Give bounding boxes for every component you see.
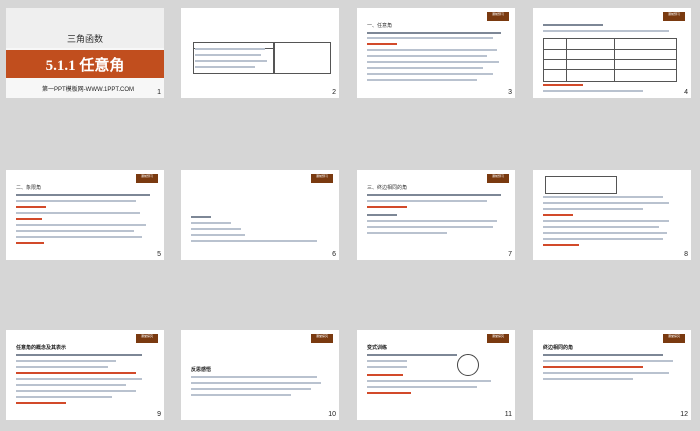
section-badge: 课前预习 xyxy=(487,174,509,183)
section-badge: 课堂探究 xyxy=(663,334,685,343)
section-badge: 课堂探究 xyxy=(311,334,333,343)
slide-number: 6 xyxy=(332,251,336,258)
slide-thumbnail-5[interactable]: 课前预习 二、象限角 5 xyxy=(6,170,164,260)
slide-number: 4 xyxy=(684,89,688,96)
slide-thumbnail-11[interactable]: 课堂探究 变式训练 11 xyxy=(357,330,515,420)
section-heading: 三、终边相同的角 xyxy=(367,185,408,191)
text-line xyxy=(195,54,261,56)
slide-title: 三角函数 xyxy=(66,34,103,44)
angle-diagram xyxy=(457,354,479,376)
slide-number: 2 xyxy=(332,89,336,96)
text-line xyxy=(195,66,255,68)
section-heading: 终边相同的角 xyxy=(543,345,574,351)
slide-heading: 5.1.1 任意角 xyxy=(45,58,125,74)
section-badge: 课堂探究 xyxy=(136,334,158,343)
section-badge: 课堂探究 xyxy=(487,334,509,343)
slide-number: 7 xyxy=(508,251,512,258)
text-line xyxy=(195,48,265,50)
objectives-table xyxy=(193,42,275,74)
slide-thumbnail-1[interactable]: 三角函数 5.1.1 任意角 第一PPT模板网-WWW.1PPT.COM 1 xyxy=(6,8,164,98)
angle-types-table xyxy=(543,38,677,82)
slide-thumbnail-3[interactable]: 课前预习 一、任意角 3 xyxy=(357,8,515,98)
slide-number: 12 xyxy=(680,411,688,418)
slide-number: 1 xyxy=(157,89,161,96)
outline-table xyxy=(273,42,331,74)
slide-number: 5 xyxy=(157,251,161,258)
slide-number: 9 xyxy=(157,411,161,418)
slide-thumbnail-12[interactable]: 课堂探究 终边相同的角 12 xyxy=(533,330,691,420)
section-badge: 课前预习 xyxy=(311,174,333,183)
slide-thumbnail-7[interactable]: 课前预习 三、终边相同的角 7 xyxy=(357,170,515,260)
section-heading: 二、象限角 xyxy=(16,185,42,191)
slide-thumbnail-2[interactable]: 2 xyxy=(181,8,339,98)
section-heading: 一、任意角 xyxy=(367,23,393,29)
slide-thumbnail-4[interactable]: 课前预习 4 xyxy=(533,8,691,98)
quadrant-table xyxy=(545,176,617,194)
slide-number: 3 xyxy=(508,89,512,96)
section-badge: 课前预习 xyxy=(136,174,158,183)
slide-thumbnail-9[interactable]: 课堂探究 任意角的概念及其表示 9 xyxy=(6,330,164,420)
slide-number: 11 xyxy=(504,411,512,418)
section-badge: 课前预习 xyxy=(663,12,685,21)
text-line xyxy=(195,60,267,62)
slide-thumbnail-6[interactable]: 课前预习 6 xyxy=(181,170,339,260)
slide-number: 8 xyxy=(684,251,688,258)
slide-subtitle: 第一PPT模板网-WWW.1PPT.COM xyxy=(42,87,134,93)
slide-number: 10 xyxy=(328,411,336,418)
slide-thumbnail-8[interactable]: 8 xyxy=(533,170,691,260)
section-heading: 反思感悟 xyxy=(191,367,212,373)
section-heading: 任意角的概念及其表示 xyxy=(16,345,67,351)
section-heading: 变式训练 xyxy=(367,345,388,351)
section-badge: 课前预习 xyxy=(487,12,509,21)
slide-thumbnail-10[interactable]: 课堂探究 反思感悟 10 xyxy=(181,330,339,420)
